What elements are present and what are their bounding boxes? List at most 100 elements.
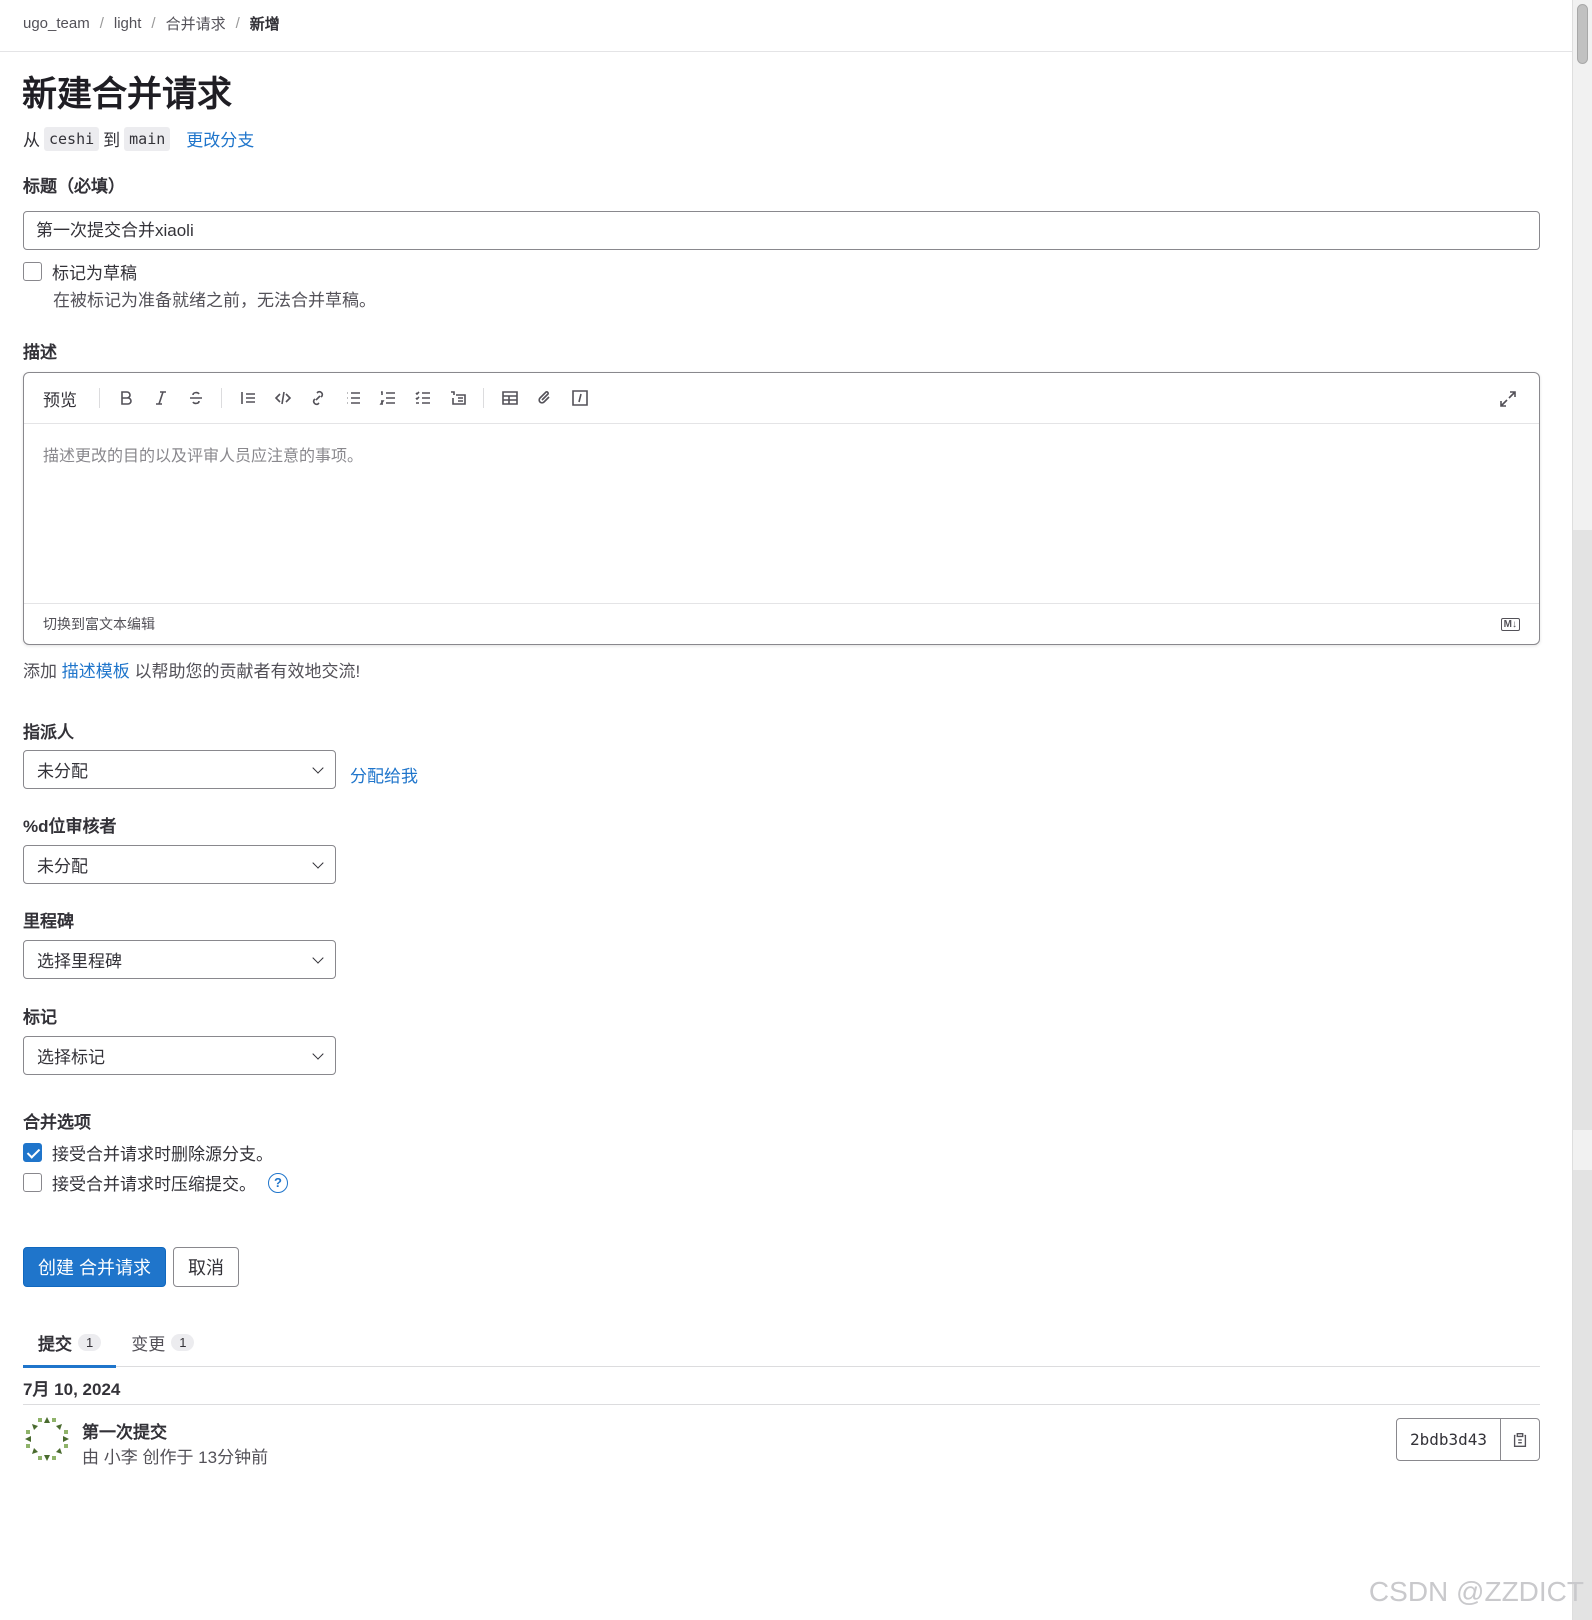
bullet-list-icon[interactable]	[335, 383, 370, 413]
chevron-down-icon	[312, 951, 324, 964]
reviewers-label: %d位审核者	[23, 817, 117, 836]
breadcrumb-item-merge-requests[interactable]: 合并请求	[166, 13, 226, 34]
create-merge-request-button[interactable]: 创建 合并请求	[23, 1247, 167, 1287]
title-input[interactable]: 第一次提交合并xiaoli	[23, 211, 1540, 250]
branch-to-prefix: 到	[103, 131, 121, 150]
assignee-dropdown[interactable]: 未分配	[23, 750, 336, 789]
scrollbar-track	[1573, 1170, 1592, 1620]
squash-commits-label: 接受合并请求时压缩提交。	[52, 1175, 256, 1194]
scrollbar-thumb[interactable]	[1577, 4, 1588, 64]
toolbar-divider	[221, 388, 222, 408]
breadcrumb-separator: /	[151, 15, 156, 32]
labels-dropdown[interactable]: 选择标记	[23, 1036, 336, 1075]
help-icon[interactable]: ?	[268, 1172, 288, 1193]
collapsible-icon[interactable]	[440, 383, 475, 413]
template-hint-prefix: 添加	[23, 662, 57, 681]
task-list-icon[interactable]	[405, 383, 440, 413]
delete-source-branch-checkbox[interactable]	[23, 1143, 42, 1162]
cancel-button[interactable]: 取消	[173, 1247, 239, 1287]
change-branches-link[interactable]: 更改分支	[186, 126, 254, 151]
template-hint: 添加 描述模板 以帮助您的贡献者有效地交流!	[23, 657, 360, 682]
breadcrumb-item-group[interactable]: ugo_team	[23, 15, 90, 32]
tab-changes-count: 1	[171, 1333, 195, 1351]
milestone-label: 里程碑	[23, 912, 74, 931]
breadcrumb: ugo_team / light / 合并请求 / 新增	[23, 13, 280, 34]
title-label: 标题（必填）	[23, 177, 125, 196]
commit-tabs: 提交 1 变更 1	[23, 1317, 1540, 1368]
labels-label: 标记	[23, 1008, 57, 1027]
labels-value: 选择标记	[37, 1048, 105, 1067]
scrollbar-track	[1573, 530, 1592, 1130]
description-label: 描述	[23, 343, 57, 362]
description-textarea[interactable]: 描述更改的目的以及评审人员应注意的事项。	[24, 424, 1539, 604]
code-icon[interactable]	[265, 383, 300, 413]
header-divider	[0, 51, 1572, 52]
table-icon[interactable]	[492, 383, 527, 413]
breadcrumb-separator: /	[99, 15, 104, 32]
quote-icon[interactable]	[230, 383, 265, 413]
toolbar-divider	[483, 388, 484, 408]
switch-rich-text-button[interactable]: 切换到富文本编辑	[43, 614, 155, 634]
tab-changes-label: 变更	[131, 1334, 166, 1354]
breadcrumb-current: 新增	[249, 16, 280, 33]
assignee-label: 指派人	[23, 723, 74, 742]
commit-meta: 由 小李 创作于 13分钟前	[82, 1448, 269, 1467]
reviewers-value: 未分配	[37, 857, 88, 876]
fullscreen-icon[interactable]	[1490, 384, 1525, 414]
strikethrough-icon[interactable]	[178, 383, 213, 413]
copy-icon	[1513, 1432, 1527, 1447]
tab-commits[interactable]: 提交 1	[23, 1317, 117, 1368]
avatar[interactable]	[23, 1415, 71, 1463]
editor-footer: 切换到富文本编辑 M↓	[24, 604, 1539, 644]
watermark: CSDN @ZZDICT	[1368, 1576, 1584, 1607]
source-branch: ceshi	[44, 126, 100, 151]
branch-from-prefix: 从	[23, 131, 40, 150]
delete-source-branch-label: 接受合并请求时删除源分支。	[52, 1145, 273, 1164]
draft-checkbox[interactable]	[23, 262, 42, 281]
link-icon[interactable]	[300, 383, 335, 413]
draft-checkbox-row[interactable]: 标记为草稿	[23, 259, 137, 284]
squash-commits-row[interactable]: 接受合并请求时压缩提交。 ?	[23, 1170, 288, 1195]
date-divider	[23, 1404, 1540, 1405]
commit-date-header: 7月 10, 2024	[23, 1380, 121, 1399]
milestone-dropdown[interactable]: 选择里程碑	[23, 940, 336, 979]
delete-source-branch-row[interactable]: 接受合并请求时删除源分支。	[23, 1140, 273, 1165]
italic-icon[interactable]	[143, 383, 178, 413]
commit-row: 第一次提交 由 小李 创作于 13分钟前 2bdb3d43	[23, 1415, 1540, 1467]
assignee-value: 未分配	[37, 762, 88, 781]
chevron-down-icon	[312, 761, 324, 774]
editor-toolbar: 预览	[24, 373, 1539, 424]
description-template-link[interactable]: 描述模板	[62, 662, 130, 681]
scrollbar[interactable]	[1572, 0, 1592, 1620]
commit-sha[interactable]: 2bdb3d43	[1397, 1419, 1501, 1460]
copy-sha-button[interactable]	[1501, 1419, 1539, 1460]
branch-info: 从 ceshi 到 main 更改分支	[23, 126, 254, 151]
tab-commits-count: 1	[78, 1333, 102, 1351]
chevron-down-icon	[312, 1047, 324, 1060]
breadcrumb-item-project[interactable]: light	[114, 15, 142, 32]
numbered-list-icon[interactable]	[370, 383, 405, 413]
page-title: 新建合并请求	[22, 75, 233, 114]
toolbar-divider	[99, 388, 100, 408]
draft-checkbox-label: 标记为草稿	[52, 264, 137, 283]
reviewers-dropdown[interactable]: 未分配	[23, 845, 336, 884]
template-hint-suffix: 以帮助您的贡献者有效地交流!	[134, 662, 361, 681]
bold-icon[interactable]	[108, 383, 143, 413]
commit-title[interactable]: 第一次提交	[82, 1418, 167, 1443]
slash-command-icon[interactable]	[562, 383, 597, 413]
attach-icon[interactable]	[527, 383, 562, 413]
assign-to-me-link[interactable]: 分配给我	[350, 762, 418, 787]
commit-sha-group: 2bdb3d43	[1395, 1418, 1540, 1461]
preview-tab[interactable]: 预览	[43, 386, 77, 411]
tab-changes[interactable]: 变更 1	[116, 1317, 209, 1367]
merge-options-label: 合并选项	[23, 1113, 91, 1132]
draft-help-text: 在被标记为准备就绪之前，无法合并草稿。	[53, 291, 376, 310]
description-editor: 预览 描述更改的目的以及评审人员应注意的事项。 切换到富文本编辑 M↓	[23, 372, 1540, 645]
chevron-down-icon	[312, 856, 324, 869]
tab-commits-label: 提交	[38, 1334, 72, 1354]
milestone-value: 选择里程碑	[37, 952, 122, 971]
markdown-icon: M↓	[1500, 617, 1520, 631]
target-branch: main	[124, 126, 171, 151]
squash-commits-checkbox[interactable]	[23, 1173, 42, 1192]
breadcrumb-separator: /	[235, 15, 240, 32]
